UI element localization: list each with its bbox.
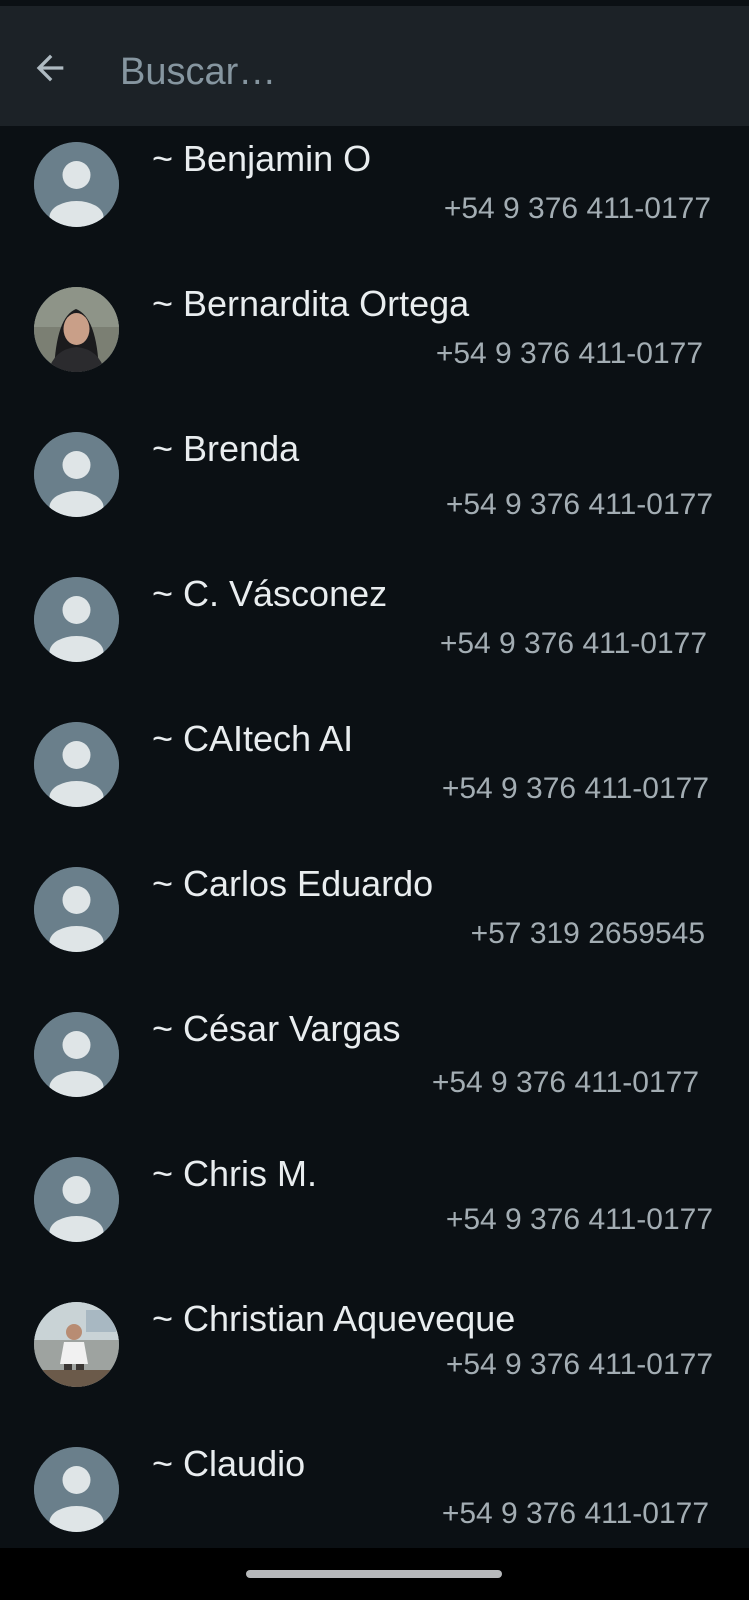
back-button[interactable] — [22, 40, 78, 96]
contact-phone: +54 9 376 411-0177 — [445, 488, 713, 521]
search-input[interactable] — [120, 42, 680, 102]
contact-phone: +54 9 376 411-0177 — [441, 1497, 709, 1530]
profile-photo — [34, 287, 119, 372]
contact-search-screen: ~ Benjamin O +54 9 376 411-0177 ~ Bernar… — [0, 0, 749, 1600]
contact-name: ~ Carlos Eduardo — [152, 863, 434, 904]
contact-name: ~ Chris M. — [152, 1153, 318, 1194]
default-avatar-icon — [34, 867, 119, 952]
default-avatar-icon — [34, 1012, 119, 1097]
contact-row[interactable]: ~ Carlos Eduardo +57 319 2659545 — [0, 851, 749, 996]
default-avatar-icon — [34, 1447, 119, 1532]
contact-phone: +54 9 376 411-0177 — [431, 1066, 699, 1099]
contact-name: ~ Claudio — [152, 1443, 306, 1484]
contact-row[interactable]: ~ C. Vásconez +54 9 376 411-0177 — [0, 561, 749, 706]
default-avatar-icon — [34, 142, 119, 227]
contact-phone: +54 9 376 411-0177 — [439, 627, 707, 660]
contact-row[interactable]: ~ Benjamin O +54 9 376 411-0177 — [0, 126, 749, 271]
home-indicator[interactable] — [246, 1570, 502, 1578]
contact-row[interactable]: ~ César Vargas +54 9 376 411-0177 — [0, 996, 749, 1141]
contact-row[interactable]: ~ Chris M. +54 9 376 411-0177 — [0, 1141, 749, 1286]
contact-name: ~ Bernardita Ortega — [152, 283, 470, 324]
contact-phone: +54 9 376 411-0177 — [441, 772, 709, 805]
contact-phone: +54 9 376 411-0177 — [445, 1348, 713, 1381]
contact-name: ~ César Vargas — [152, 1008, 401, 1049]
default-avatar-icon — [34, 722, 119, 807]
contact-name: ~ C. Vásconez — [152, 573, 388, 614]
arrow-left-icon — [36, 54, 64, 82]
contact-name: ~ Christian Aqueveque — [152, 1298, 516, 1339]
contact-list: ~ Benjamin O +54 9 376 411-0177 ~ Bernar… — [0, 126, 749, 1576]
contact-name: ~ Benjamin O — [152, 138, 372, 179]
profile-photo — [34, 1302, 119, 1387]
contact-row[interactable]: ~ Christian Aqueveque +54 9 376 411-0177 — [0, 1286, 749, 1431]
contact-phone: +54 9 376 411-0177 — [435, 337, 703, 370]
contact-name: ~ Brenda — [152, 428, 300, 469]
contact-phone: +54 9 376 411-0177 — [443, 192, 711, 225]
default-avatar-icon — [34, 577, 119, 662]
contact-row[interactable]: ~ Bernardita Ortega +54 9 376 411-0177 — [0, 271, 749, 416]
contact-name: ~ CAItech AI — [152, 718, 354, 759]
contact-phone: +54 9 376 411-0177 — [445, 1203, 713, 1236]
contact-row[interactable]: ~ Brenda +54 9 376 411-0177 — [0, 416, 749, 561]
contact-phone: +57 319 2659545 — [470, 917, 705, 950]
contact-row[interactable]: ~ CAItech AI +54 9 376 411-0177 — [0, 706, 749, 851]
search-bar — [0, 6, 749, 126]
default-avatar-icon — [34, 432, 119, 517]
default-avatar-icon — [34, 1157, 119, 1242]
